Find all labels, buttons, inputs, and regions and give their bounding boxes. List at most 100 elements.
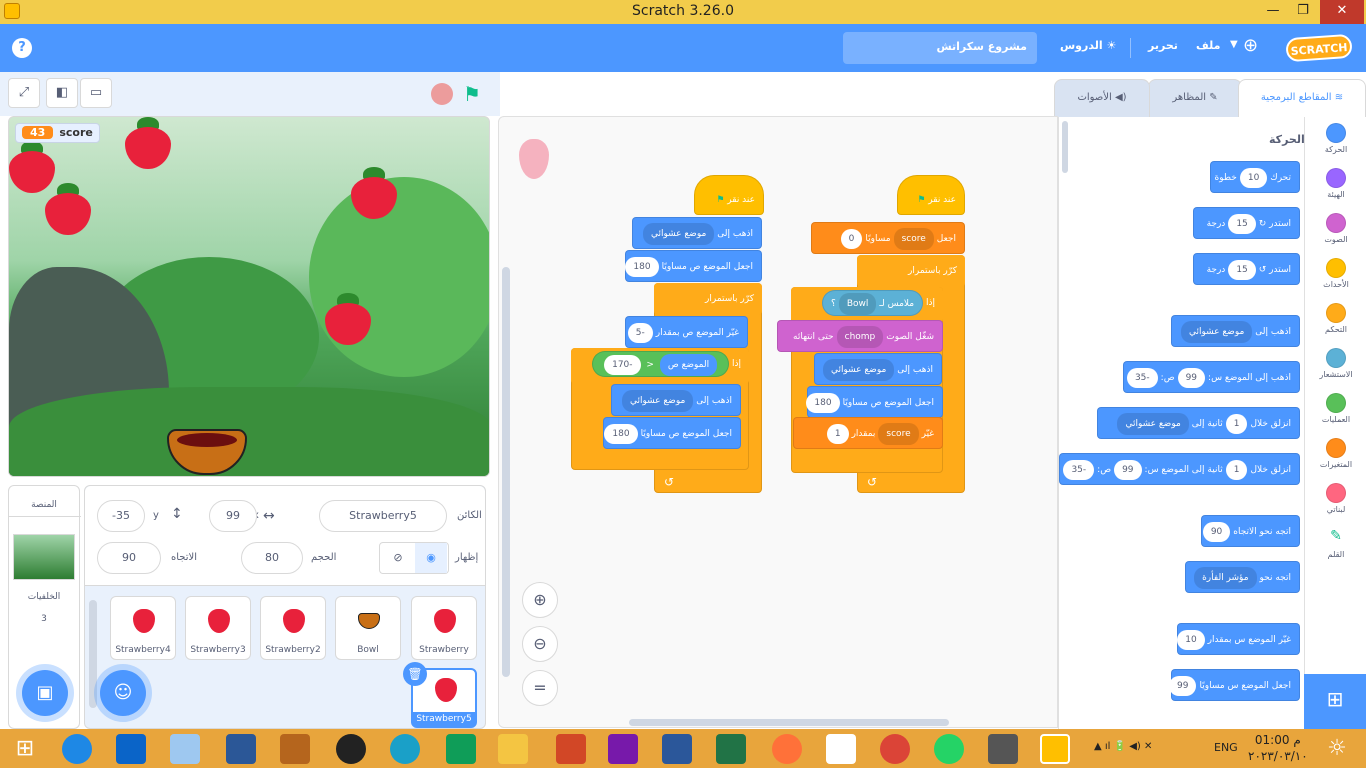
restore-button[interactable]: ❐ — [1288, 0, 1318, 24]
speaker-app-icon[interactable] — [170, 734, 200, 764]
when-flag-clicked-block[interactable]: عند نقر ⚑ — [694, 175, 764, 215]
large-stage-icon[interactable]: ▭ — [80, 78, 112, 108]
stop-icon[interactable] — [431, 83, 453, 105]
set-y-block[interactable]: اجعل الموضع ص مساويًا180 — [806, 386, 943, 418]
category-pen[interactable]: ✎ القلم — [1305, 528, 1366, 559]
minimize-button[interactable]: — — [1258, 0, 1288, 24]
sprite-tile[interactable]: Strawberry4 — [110, 596, 176, 660]
size-input[interactable]: 80 — [241, 542, 303, 574]
goto-block[interactable]: اذهب إلىموضع عشوائي — [1171, 315, 1300, 347]
goto-xy-block[interactable]: اذهب إلى الموضع س:99ص:-35 — [1123, 361, 1300, 393]
point-in-direction-block[interactable]: اتجه نحو الاتجاه90 — [1201, 515, 1300, 547]
onenote-icon[interactable] — [608, 734, 638, 764]
globe-icon[interactable]: ⊕ — [1243, 35, 1258, 56]
y-input[interactable]: -35 — [97, 500, 145, 532]
strawberry-sprite[interactable] — [325, 293, 371, 345]
whatsapp-icon[interactable] — [934, 734, 964, 764]
turn-left-block[interactable]: استدر ↺15درجة — [1193, 253, 1300, 285]
tutorials-menu[interactable]: الدروس ☀ — [1060, 39, 1116, 52]
touching-block[interactable]: ملامس لـBowl؟ — [822, 289, 924, 316]
green-flag-icon[interactable]: ⚑ — [463, 82, 481, 106]
zoom-in-icon[interactable]: ⊕ — [522, 582, 558, 618]
outlook-icon[interactable] — [116, 734, 146, 764]
eye-icon[interactable]: ◉ — [415, 543, 447, 573]
code-vertical-scrollbar[interactable] — [502, 267, 510, 677]
strawberry-sprite[interactable] — [125, 117, 171, 169]
change-variable-block[interactable]: غيّرscoreبمقدار1 — [793, 417, 943, 449]
palette-scrollbar[interactable] — [1062, 121, 1068, 173]
brightness-icon[interactable]: ☼ — [1322, 734, 1352, 764]
app-icon[interactable] — [390, 734, 420, 764]
project-title-input[interactable]: مشروع سكراتش — [843, 32, 1037, 64]
goto-block[interactable]: اذهب إلىموضع عشوائي — [632, 217, 762, 249]
glide-block[interactable]: انزلق خلال1ثانية إلىموضع عشوائي — [1097, 407, 1300, 439]
store-icon[interactable] — [446, 734, 476, 764]
sprite-list-scrollbar[interactable] — [89, 600, 97, 708]
file-menu[interactable]: ملف — [1196, 39, 1220, 52]
glide-xy-block[interactable]: انزلق خلال1ثانية إلى الموضع س:99ص:-35 — [1059, 453, 1300, 485]
script-area[interactable]: عند نقر ⚑ اذهب إلىموضع عشوائي اجعل الموض… — [498, 116, 1058, 728]
category-events[interactable]: الأحداث — [1305, 258, 1366, 289]
microphone-icon[interactable] — [988, 734, 1018, 764]
file-explorer-icon[interactable] — [498, 734, 528, 764]
edit-menu[interactable]: تحرير — [1148, 39, 1178, 52]
change-y-block[interactable]: غيّر الموضع ص بمقدار-5 — [625, 316, 748, 348]
category-looks[interactable]: الهيئة — [1305, 168, 1366, 199]
scratch-taskbar-icon[interactable] — [1040, 734, 1070, 764]
choose-sprite-icon[interactable]: ☺ — [100, 670, 146, 716]
visibility-toggle[interactable]: ⊘ ◉ — [379, 542, 449, 574]
excel-icon[interactable] — [716, 734, 746, 764]
add-extension-icon[interactable]: ⊞ — [1304, 674, 1366, 729]
set-y-block[interactable]: اجعل الموضع ص مساويًا180 — [625, 250, 762, 282]
word-doc-icon[interactable] — [226, 734, 256, 764]
strawberry-sprite[interactable] — [45, 183, 91, 235]
help-button[interactable]: ? — [12, 38, 32, 58]
goto-block[interactable]: اذهب إلىموضع عشوائي — [814, 353, 942, 385]
sprite-tile[interactable]: Strawberry3 — [185, 596, 251, 660]
app-icon[interactable] — [826, 734, 856, 764]
chrome-icon[interactable] — [880, 734, 910, 764]
word-icon[interactable] — [662, 734, 692, 764]
sprite-tile[interactable]: Strawberry — [411, 596, 477, 660]
ie-icon[interactable] — [62, 734, 92, 764]
zoom-out-icon[interactable]: ⊖ — [522, 626, 558, 662]
small-stage-icon[interactable]: ◧ — [46, 78, 78, 108]
sprite-tile[interactable]: Strawberry2 — [260, 596, 326, 660]
category-control[interactable]: التحكم — [1305, 303, 1366, 334]
set-y-block[interactable]: اجعل الموضع ص مساويًا180 — [603, 417, 741, 449]
code-horizontal-scrollbar[interactable] — [629, 719, 949, 726]
tab-code[interactable]: المقاطع البرمجية ≋ — [1238, 79, 1366, 117]
tray-icons[interactable]: ▲ ıl 🔋 ◀) ✕ — [1094, 741, 1152, 752]
play-sound-until-done-block[interactable]: شغّل الصوتchompحتى انتهائه — [777, 320, 943, 352]
firefox-icon[interactable] — [772, 734, 802, 764]
clock[interactable]: 01:00 م ٢٠٢٣/٠٣/١٠ — [1248, 732, 1308, 764]
sprite-tile[interactable]: Bowl — [335, 596, 401, 660]
powerpoint-icon[interactable] — [556, 734, 586, 764]
category-variables[interactable]: المتغيرات — [1305, 438, 1366, 469]
change-x-block[interactable]: غيّر الموضع س بمقدار10 — [1177, 623, 1300, 655]
trash-icon[interactable]: 🗑 — [403, 662, 427, 686]
category-operators[interactable]: العمليات — [1305, 393, 1366, 424]
when-flag-clicked-block[interactable]: عند نقر ⚑ — [897, 175, 965, 215]
language-indicator[interactable]: ENG — [1214, 741, 1238, 754]
sprite-name-input[interactable]: Strawberry5 — [319, 500, 447, 532]
hidden-eye-icon[interactable]: ⊘ — [381, 543, 415, 573]
strawberry-sprite[interactable] — [351, 167, 397, 219]
category-sound[interactable]: الصوت — [1305, 213, 1366, 244]
fullscreen-icon[interactable]: ⤢ — [8, 78, 40, 108]
point-towards-block[interactable]: اتجه نحومؤشر الفأرة — [1185, 561, 1300, 593]
category-motion[interactable]: الحركة — [1305, 123, 1366, 154]
windows-start-icon[interactable]: ⊞ — [10, 734, 40, 764]
category-my-blocks[interactable]: لبناتي — [1305, 483, 1366, 514]
category-sensing[interactable]: الاستشعار — [1305, 348, 1366, 379]
move-steps-block[interactable]: تحرك10خطوة — [1210, 161, 1300, 193]
score-monitor[interactable]: 43 score — [15, 123, 100, 143]
tab-costumes[interactable]: المظاهر ✎ — [1148, 79, 1242, 117]
set-variable-block[interactable]: اجعلscoreمساويًا0 — [811, 222, 965, 254]
direction-input[interactable]: 90 — [97, 542, 161, 574]
zoom-reset-icon[interactable]: = — [522, 670, 558, 706]
stage-canvas[interactable]: 43 score — [8, 116, 490, 477]
turn-right-block[interactable]: استدر ↻15درجة — [1193, 207, 1300, 239]
choose-backdrop-icon[interactable]: ▣ — [22, 670, 68, 716]
tab-sounds[interactable]: الأصوات ◀) — [1054, 79, 1150, 117]
